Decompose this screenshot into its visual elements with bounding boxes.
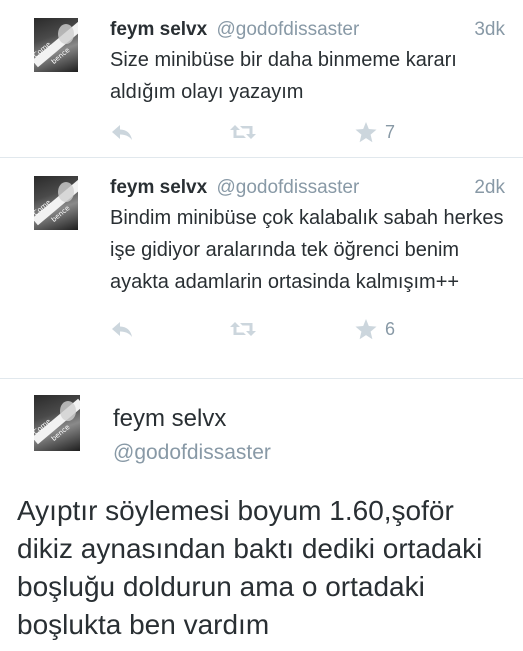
user-name[interactable]: feym selvx (113, 405, 226, 433)
tweet-text: Bindim minibüse çok kalabalık sabah herk… (110, 207, 504, 293)
reply-button[interactable] (110, 316, 134, 342)
retweet-icon (230, 125, 256, 139)
star-icon (355, 318, 377, 339)
avatar[interactable]: Come bence (34, 176, 78, 230)
tweet-item[interactable]: Come bence feym selvx @godofdissaster 3d… (0, 0, 523, 158)
avatar[interactable]: Come bence (34, 395, 80, 451)
user-handle[interactable]: @godofdissaster (216, 19, 359, 40)
tweet-header: feym selvx @godofdissaster 3dk (110, 18, 505, 42)
tweet-header: feym selvx @godofdissaster 2dk (110, 176, 505, 200)
retweet-button[interactable] (230, 316, 256, 342)
tweet-time: 3dk (474, 19, 505, 40)
favorite-button[interactable]: 7 (355, 119, 395, 145)
user-handle[interactable]: @godofdissaster (113, 441, 271, 465)
user-name[interactable]: feym selvx (110, 177, 207, 198)
avatar[interactable]: Come bence (34, 18, 78, 72)
timeline: Come bence feym selvx @godofdissaster 3d… (0, 0, 523, 651)
tweet-text: Size minibüse bir daha binmeme kararı al… (110, 49, 457, 103)
user-handle[interactable]: @godofdissaster (216, 177, 359, 198)
reply-icon (112, 322, 132, 337)
retweet-icon (230, 322, 256, 336)
user-name[interactable]: feym selvx (110, 19, 207, 40)
main-tweet: Come bence feym selvx @godofdissaster Ay… (0, 379, 523, 651)
tweet-time: 2dk (474, 177, 505, 198)
tweet-actions: 6 (110, 316, 410, 342)
tweet-item[interactable]: Come bence feym selvx @godofdissaster 2d… (0, 158, 523, 379)
favorite-count: 7 (385, 121, 396, 142)
favorite-button[interactable]: 6 (355, 316, 395, 342)
favorite-count: 6 (385, 318, 396, 339)
reply-icon (112, 125, 132, 140)
retweet-button[interactable] (230, 119, 256, 145)
tweet-actions: 7 (110, 119, 410, 145)
reply-button[interactable] (110, 119, 134, 145)
star-icon (355, 121, 377, 142)
tweet-text: Ayıptır söylemesi boyum 1.60,şoför dikiz… (17, 495, 483, 640)
